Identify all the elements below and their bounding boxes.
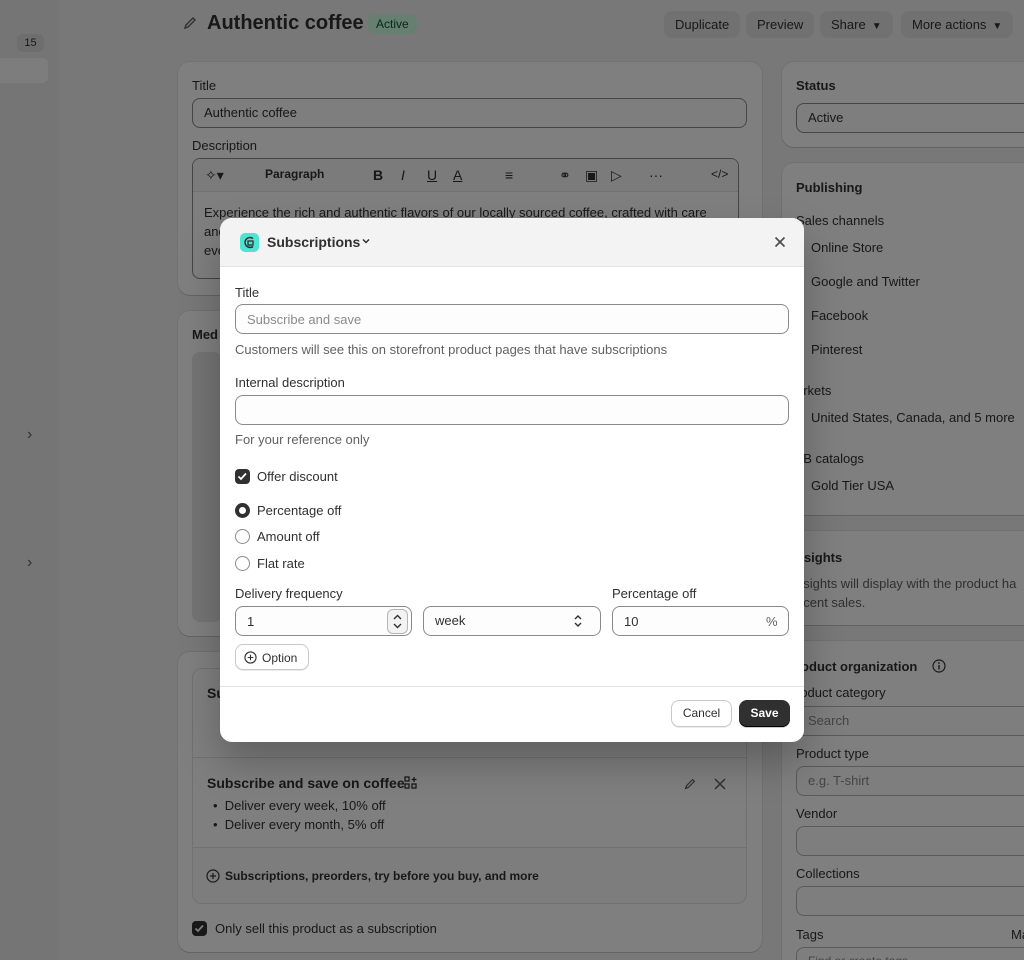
cancel-button[interactable]: Cancel [671,700,732,727]
modal-header: Subscriptions [220,218,804,267]
percentage-off-radio-label: Percentage off [257,503,342,518]
delivery-frequency-input[interactable] [235,606,412,636]
subscriptions-app-icon [240,233,259,252]
percentage-off-radio[interactable] [235,503,250,518]
delivery-frequency-label: Delivery frequency [235,586,343,601]
title-help-text: Customers will see this on storefront pr… [235,342,668,357]
percentage-off-input[interactable] [612,606,789,636]
offer-discount-checkbox[interactable] [235,469,250,484]
add-option-label: Option [262,651,298,665]
flat-rate-radio[interactable] [235,556,250,571]
percentage-off-label: Percentage off [612,586,697,601]
modal-footer-divider [220,686,804,687]
internal-description-label: Internal description [235,375,345,390]
plus-circle-icon [244,651,257,664]
close-icon[interactable] [771,233,789,251]
subscription-title-input[interactable] [235,304,789,334]
frequency-stepper[interactable] [387,609,408,634]
flat-rate-radio-label: Flat rate [257,556,305,571]
add-option-button[interactable]: Option [235,644,309,670]
chevron-down-icon[interactable] [360,235,372,247]
save-button[interactable]: Save [739,700,790,727]
modal-title[interactable]: Subscriptions [267,234,360,250]
amount-off-radio[interactable] [235,529,250,544]
offer-discount-label: Offer discount [257,469,338,484]
title-field-label: Title [235,285,260,300]
subscriptions-modal: Subscriptions Title Customers will see t… [220,218,804,742]
amount-off-radio-label: Amount off [257,529,320,544]
internal-description-input[interactable] [235,395,789,425]
select-chevron-icon [572,613,584,629]
internal-description-help: For your reference only [235,432,370,447]
percent-suffix: % [766,614,778,629]
